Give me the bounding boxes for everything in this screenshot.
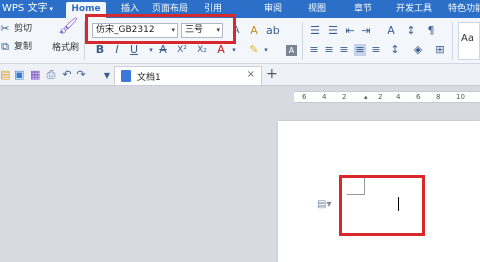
ruler-tick: 2	[342, 93, 347, 101]
clear-format-icon[interactable]: A	[248, 25, 260, 37]
tab-review[interactable]: 审阅	[258, 2, 288, 18]
indent-marker-icon[interactable]: ▴	[364, 93, 368, 101]
font-highlight-box	[85, 14, 236, 44]
highlight-icon[interactable]: ✎	[248, 44, 260, 56]
format-painter-button[interactable]: 格式刷	[52, 42, 79, 54]
undo-icon[interactable]: ↶	[62, 69, 72, 81]
tab-features[interactable]: 特色功能	[442, 2, 480, 18]
format-painter-icon[interactable]: 🖌	[58, 18, 78, 34]
open-folder-icon[interactable]: ▣	[14, 69, 24, 81]
underline-icon[interactable]: U	[129, 44, 139, 56]
chevron-down-icon: ▾	[49, 5, 53, 13]
new-doc-icon[interactable]: ▤	[0, 69, 10, 81]
strikethrough-icon[interactable]: A	[158, 44, 168, 56]
scissors-icon[interactable]: ✂	[0, 23, 10, 35]
align-right-icon[interactable]: ≡	[338, 44, 350, 56]
borders-icon[interactable]: ⊞	[434, 44, 446, 56]
ruler-tick: 2	[378, 93, 383, 101]
chevron-down-icon[interactable]: ▾	[146, 44, 156, 56]
align-center-icon[interactable]: ≡	[323, 44, 335, 56]
text-effect-icon[interactable]: ab	[266, 25, 280, 37]
ruler-tick: 6	[302, 93, 307, 101]
style-preview: Aa	[461, 33, 474, 44]
ruler-tick: 4	[396, 93, 401, 101]
align-justify-icon[interactable]: ≡	[354, 44, 366, 56]
cut-button[interactable]: 剪切	[14, 23, 32, 35]
copy-button[interactable]: 复制	[14, 41, 32, 53]
paragraph-mark-icon[interactable]: ¶	[424, 25, 438, 37]
align-left-icon[interactable]: ≡	[308, 44, 320, 56]
change-case-icon[interactable]: A	[384, 25, 398, 37]
char-border-icon[interactable]: A	[286, 45, 297, 56]
ruler-tick: 10	[456, 93, 465, 101]
copy-icon[interactable]: ⧉	[0, 41, 10, 53]
redo-icon[interactable]: ↷	[76, 69, 86, 81]
horizontal-ruler[interactable]: 6 4 2 ▴ 2 4 6 8 10	[294, 91, 480, 103]
document-tab-label: 文档1	[137, 73, 161, 83]
save-icon[interactable]: ▦	[30, 69, 40, 81]
ruler-tick: 6	[416, 93, 421, 101]
italic-icon[interactable]: I	[112, 44, 122, 56]
cursor-highlight-box	[339, 175, 425, 236]
numbered-list-icon[interactable]: ☰	[326, 25, 340, 37]
increase-indent-icon[interactable]: ⇥	[360, 25, 372, 37]
distributed-icon[interactable]: ≡	[370, 44, 382, 56]
superscript-icon[interactable]: X²	[176, 44, 188, 56]
divider	[452, 22, 453, 60]
app-name: WPS 文字	[2, 3, 48, 14]
paragraph-handle-icon[interactable]: ▤▾	[317, 199, 331, 210]
print-icon[interactable]: ⎙	[46, 69, 56, 81]
tab-developer[interactable]: 开发工具	[392, 2, 436, 18]
chevron-down-icon[interactable]: ▾	[262, 44, 270, 56]
chevron-down-icon[interactable]: ▾	[230, 44, 238, 56]
chevron-down-icon[interactable]: ▼	[102, 70, 112, 82]
font-color-icon[interactable]: A	[216, 44, 226, 56]
app-menu-button[interactable]: WPS 文字 ▾	[0, 1, 59, 17]
add-tab-button[interactable]: +	[266, 66, 278, 82]
document-tab[interactable]: 文档1 ×	[114, 66, 262, 85]
shading-icon[interactable]: ◈	[412, 44, 424, 56]
document-icon	[121, 70, 131, 82]
decrease-indent-icon[interactable]: ⇤	[344, 25, 356, 37]
divider	[302, 22, 303, 60]
line-spacing-icon[interactable]: ↕	[388, 44, 402, 56]
subscript-icon[interactable]: X₂	[196, 44, 208, 56]
bold-icon[interactable]: B	[95, 44, 105, 56]
close-icon[interactable]: ×	[247, 69, 255, 80]
ruler-tick: 8	[436, 93, 441, 101]
sort-icon[interactable]: ↕	[404, 25, 418, 37]
ruler-tick: 4	[322, 93, 327, 101]
tab-section[interactable]: 章节	[348, 2, 378, 18]
bullet-list-icon[interactable]: ☰	[308, 25, 322, 37]
style-gallery[interactable]: Aa	[458, 22, 480, 60]
tab-view[interactable]: 视图	[302, 2, 332, 18]
